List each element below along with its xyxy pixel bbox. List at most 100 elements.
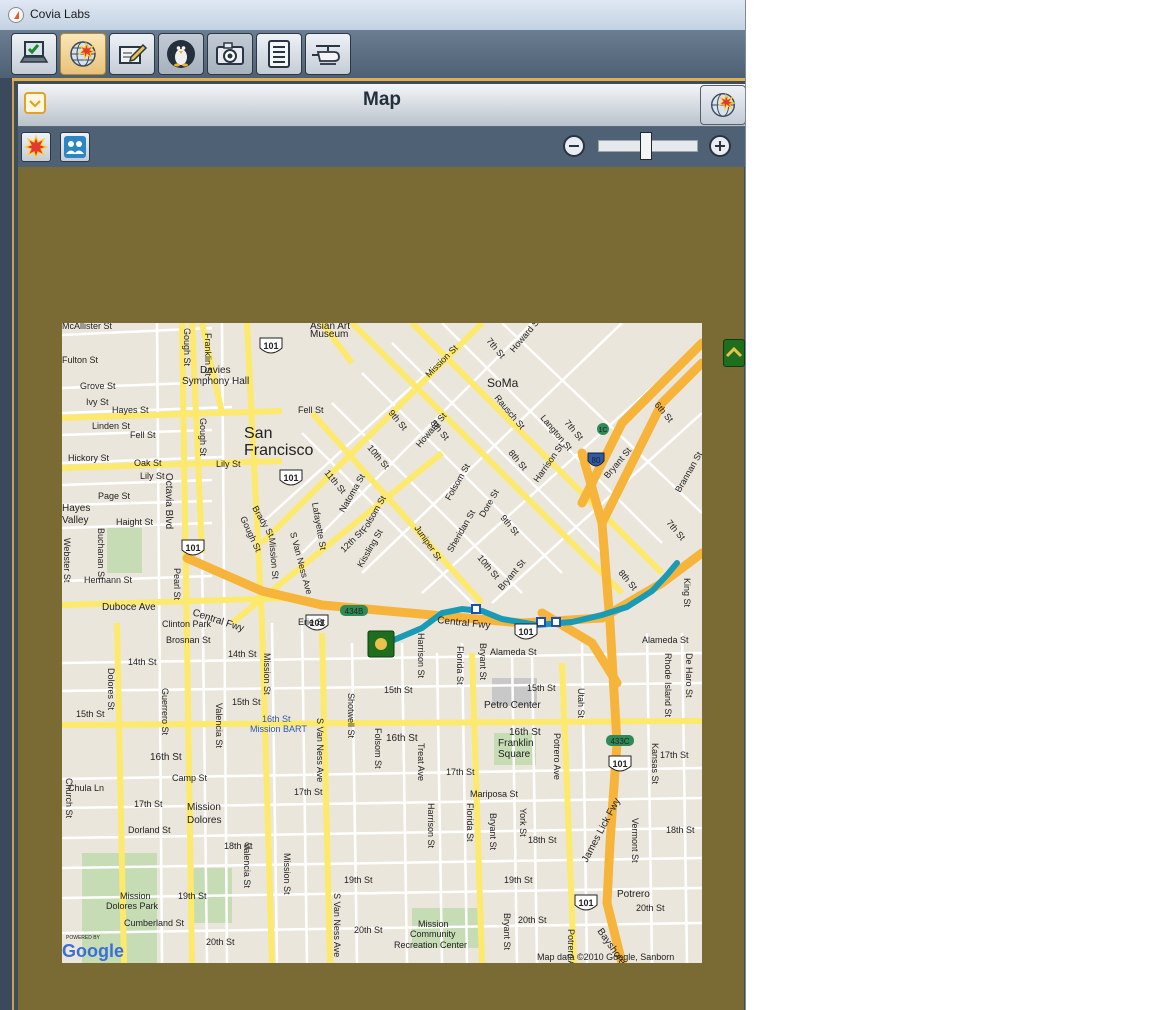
map-label: 434B (345, 607, 364, 616)
map-label: Map data ©2010 Google, Sanborn (537, 952, 674, 962)
map-label: Guerrero St (160, 688, 170, 736)
map-label: Francisco (244, 442, 313, 459)
status-button[interactable] (11, 33, 57, 75)
map-label: 101 (578, 898, 593, 908)
zoom-slider-thumb[interactable] (640, 132, 652, 160)
map-label: 20th St (518, 915, 547, 925)
alerts-button[interactable] (21, 132, 51, 162)
aircraft-button[interactable] (305, 33, 351, 75)
map-label: S Van Ness Ave (315, 718, 325, 782)
map-label: 19th St (178, 891, 207, 901)
map-label: 15th St (384, 685, 413, 695)
map-label: Mission BART (250, 724, 307, 734)
map-label: 433C (610, 737, 629, 746)
panel-globe-button[interactable] (700, 85, 745, 125)
offscreen-marker[interactable] (723, 339, 745, 367)
list-button[interactable] (256, 33, 302, 75)
globe-burst-icon (70, 41, 97, 67)
map-label: Buchanan St (96, 528, 106, 580)
map-label: Lily St (216, 459, 241, 469)
linux-button[interactable] (158, 33, 204, 75)
map-label: Google (62, 941, 124, 961)
map-label: Bryant St (488, 813, 498, 851)
main-toolbar (0, 30, 745, 78)
map-label: Vermont St (630, 818, 640, 863)
map-label: Valley (62, 515, 89, 526)
map-label: 101 (518, 627, 533, 637)
map-label: Mission St (282, 853, 292, 895)
map-label: Clinton Park (162, 619, 212, 629)
map-label: Fulton St (62, 355, 99, 365)
map-label: 101 (185, 543, 200, 553)
map-label: Fell St (130, 430, 156, 440)
map-label: Harrison St (416, 633, 426, 679)
map-label: Haight St (116, 517, 154, 527)
globe-burst-icon (711, 93, 736, 117)
map-label: Dorland St (128, 825, 171, 835)
map-label: Symphony Hall (182, 376, 249, 387)
map-label: 17th St (134, 799, 163, 809)
map-label: Florida St (465, 803, 475, 842)
users-button[interactable] (60, 132, 90, 162)
map-label: 14th St (128, 657, 157, 667)
map-label: 1C (599, 427, 608, 434)
map-label: Mariposa St (470, 789, 519, 799)
map-label: Square (498, 749, 531, 760)
map-label: Dolores Park (106, 901, 159, 911)
notes-button[interactable] (109, 33, 155, 75)
map-label: Recreation Center (394, 940, 467, 950)
map-label: Utah St (576, 688, 586, 719)
panel-title: Map (363, 89, 401, 110)
map-label: 18th St (528, 835, 557, 845)
map-tool-button[interactable] (60, 33, 106, 75)
map-label: Duboce Ave (102, 602, 156, 613)
map-label: Potrero (617, 889, 650, 900)
map-label: Kansas St (650, 743, 660, 785)
laptop-check-icon (19, 41, 49, 63)
map-label: Linden St (92, 421, 131, 431)
map-label: 101 (283, 473, 298, 483)
park-area (107, 528, 142, 573)
map-label: 17th St (660, 750, 689, 760)
starburst-icon (24, 135, 48, 159)
map-label: Museum (310, 329, 348, 340)
map-label: Church St (64, 778, 74, 819)
camera-button[interactable] (207, 33, 253, 75)
map-label: Page St (98, 491, 131, 501)
app-window: Covia Labs Map 101 101 101 101 101 101 1… (0, 0, 746, 1010)
map-label: SoMa (487, 376, 519, 390)
map-label: Octavia Blvd (163, 473, 174, 529)
map-label: Franklin St (203, 333, 213, 377)
map-label: Oak St (134, 458, 162, 468)
map-label: Fell St (298, 405, 324, 415)
map-label: 80 (592, 456, 601, 465)
map-label: Brosnan St (166, 635, 211, 645)
penguin-icon (167, 40, 195, 68)
notepad-pencil-icon (119, 43, 148, 64)
map-label: Florida St (455, 646, 465, 685)
map-label: San (244, 425, 272, 442)
map-label: 16th St (150, 752, 182, 763)
street-map: 101 101 101 101 101 101 101 80 434B 433C (62, 323, 702, 963)
map-toolbar (18, 127, 745, 167)
group-icon (64, 136, 86, 158)
map-view[interactable]: 101 101 101 101 101 101 101 80 434B 433C (62, 323, 702, 963)
map-label: Mission (418, 919, 449, 929)
map-label: 101 (612, 759, 627, 769)
helicopter-icon (312, 45, 340, 65)
map-label: Folsom St (373, 728, 383, 769)
zoom-in-button[interactable] (709, 135, 731, 157)
map-label: Valencia St (214, 703, 224, 748)
zoom-out-button[interactable] (563, 135, 585, 157)
map-label: Hermann St (84, 575, 133, 585)
map-label: 16th St (509, 727, 541, 738)
app-logo-icon (8, 7, 24, 23)
map-label: Hickory St (68, 453, 110, 463)
map-label: 20th St (636, 903, 665, 913)
map-label: 14th St (228, 649, 257, 659)
map-label: Erie St (298, 617, 326, 627)
map-label: Bryant St (478, 643, 488, 681)
map-label: Ivy St (86, 397, 109, 407)
map-label: Hayes (62, 503, 90, 514)
map-label: Alameda St (642, 635, 689, 645)
